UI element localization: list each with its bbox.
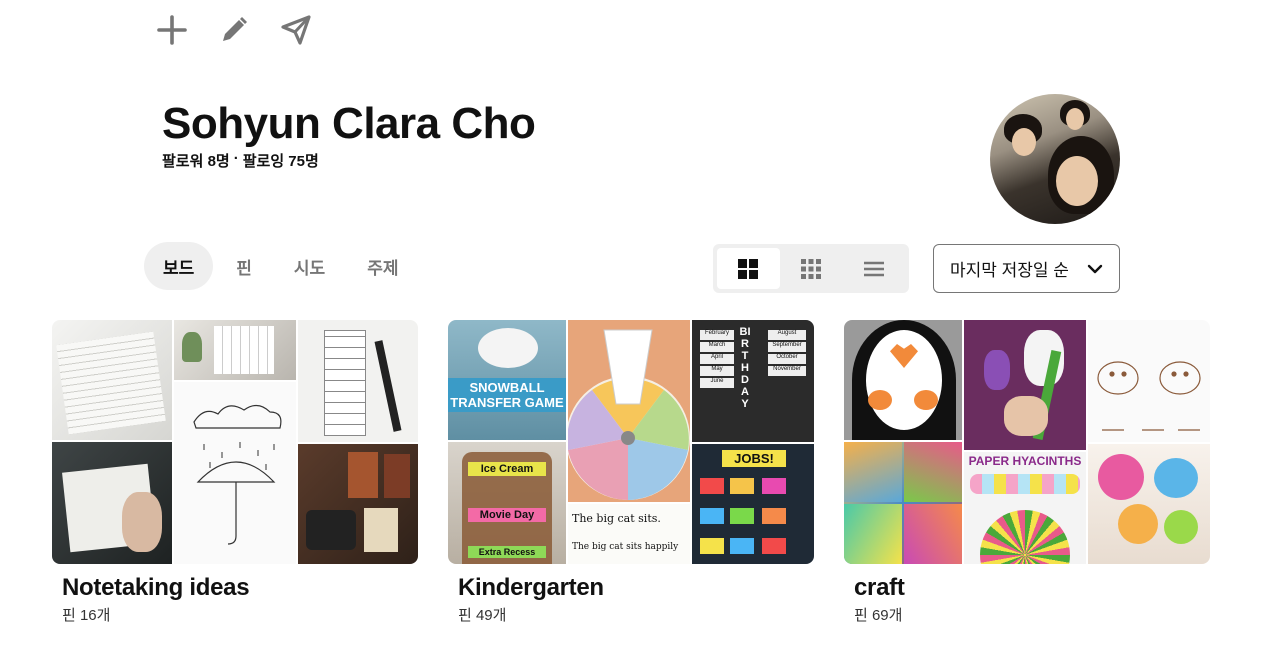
- share-icon: [281, 15, 311, 45]
- cover-image-jar: Ice Cream Movie Day Extra Recess: [448, 442, 566, 564]
- avatar-face-3: [1066, 108, 1084, 130]
- profile-avatar[interactable]: [990, 94, 1120, 224]
- cover-image-banners: [298, 320, 418, 442]
- month-label: May: [700, 366, 734, 376]
- big-cat-text: The big cat sits.: [572, 512, 661, 525]
- month-label: April: [700, 354, 734, 364]
- big-cat-2-text: The big cat sits happily: [572, 542, 679, 552]
- tab-boards[interactable]: 보드: [144, 242, 214, 290]
- cover-image-birthday: February March April May June BIRTHDAY A…: [692, 320, 814, 442]
- board-cover: PAPER HYACINTHS: [844, 320, 1210, 564]
- cover-image-cows: [1088, 320, 1210, 442]
- chevron-down-icon: [1087, 264, 1103, 273]
- large-grid-icon: [738, 258, 759, 279]
- board-pin-count: 핀 16개: [62, 607, 111, 624]
- board-card-notetaking[interactable]: Notetaking ideas 핀 16개: [52, 320, 418, 625]
- cover-image-journal: [52, 442, 172, 564]
- profile-toolbar: [154, 12, 314, 48]
- small-grid-icon: [801, 258, 821, 279]
- cover-image-stationery: [298, 444, 418, 564]
- snowball-text: SNOWBALL TRANSFER GAME: [448, 378, 566, 412]
- stats-separator: ·: [233, 150, 239, 167]
- month-label: September: [768, 342, 806, 352]
- cover-image-snowball: SNOWBALL TRANSFER GAME: [448, 320, 566, 440]
- profile-name: Sohyun Clara Cho: [162, 99, 536, 148]
- edit-button[interactable]: [216, 12, 252, 48]
- profile-tabs: 보드 핀 시도 주제: [144, 242, 417, 290]
- avatar-face: [1056, 156, 1098, 206]
- tab-pins[interactable]: 핀: [217, 242, 271, 290]
- jobs-text: JOBS!: [722, 450, 786, 467]
- month-label: August: [768, 330, 806, 340]
- cover-image-jobs: JOBS!: [692, 444, 814, 564]
- ice-cream-text: Ice Cream: [468, 462, 546, 476]
- cover-image-planner: [174, 320, 296, 380]
- month-label: June: [700, 378, 734, 388]
- list-icon: [863, 261, 884, 276]
- month-label: February: [700, 330, 734, 340]
- board-cover: SNOWBALL TRANSFER GAME February March Ap…: [448, 320, 814, 564]
- paper-hyacinths-text: PAPER HYACINTHS: [968, 454, 1082, 468]
- cover-image-hyacinth: [964, 320, 1086, 450]
- month-label: October: [768, 354, 806, 364]
- cover-image-sentence: The big cat sits. The big cat sits happi…: [568, 504, 690, 564]
- month-label: March: [700, 342, 734, 352]
- cover-image-flower-card: [1088, 444, 1210, 564]
- following-link[interactable]: 팔로잉 75명: [243, 150, 319, 171]
- add-icon: [157, 15, 187, 45]
- list-view-button[interactable]: [842, 248, 905, 289]
- sort-dropdown[interactable]: 마지막 저장일 순: [933, 244, 1120, 293]
- profile-stats: 팔로워 8명 · 팔로잉 75명: [162, 150, 319, 171]
- cover-image-penguin: [844, 320, 962, 440]
- board-title[interactable]: Kindergarten: [458, 574, 814, 602]
- tab-tried[interactable]: 시도: [275, 242, 344, 290]
- board-title[interactable]: craft: [854, 574, 1210, 602]
- view-toggle: [713, 244, 909, 293]
- cover-image-paper-hyacinths: PAPER HYACINTHS: [964, 452, 1086, 564]
- cover-image-calendar: [52, 320, 172, 440]
- extra-recess-text: Extra Recess: [468, 546, 546, 558]
- edit-icon: [223, 17, 247, 41]
- share-button[interactable]: [278, 12, 314, 48]
- followers-link[interactable]: 팔로워 8명: [162, 150, 230, 171]
- sort-label: 마지막 저장일 순: [950, 261, 1069, 280]
- cover-image-perspective-art: [844, 442, 962, 564]
- board-cover: [52, 320, 418, 564]
- avatar-face-2: [1012, 128, 1036, 156]
- large-grid-button[interactable]: [717, 248, 780, 289]
- board-pin-count: 핀 69개: [854, 607, 903, 624]
- tab-topics[interactable]: 주제: [348, 242, 417, 290]
- cover-image-wheel: [568, 320, 690, 502]
- add-button[interactable]: [154, 12, 190, 48]
- board-pin-count: 핀 49개: [458, 607, 507, 624]
- board-card-kindergarten[interactable]: SNOWBALL TRANSFER GAME February March Ap…: [448, 320, 814, 625]
- cover-image-umbrella: [174, 382, 296, 564]
- month-label: November: [768, 366, 806, 376]
- board-title[interactable]: Notetaking ideas: [62, 574, 418, 602]
- movie-day-text: Movie Day: [468, 508, 546, 522]
- board-card-craft[interactable]: PAPER HYACINTHS craft 핀 69개: [844, 320, 1210, 625]
- birthday-text: BIRTHDAY: [739, 326, 751, 410]
- small-grid-button[interactable]: [780, 248, 843, 289]
